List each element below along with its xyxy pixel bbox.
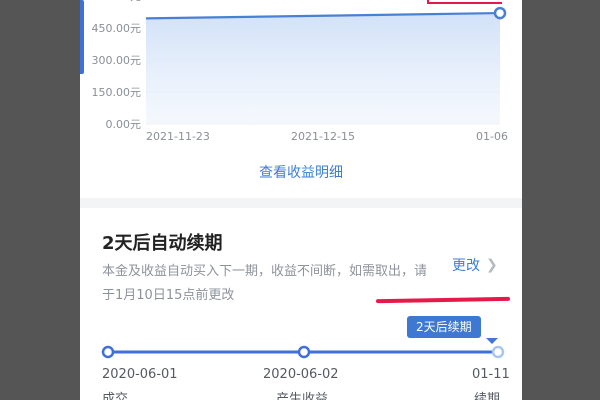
timeline-date-3: 01-11 (472, 367, 510, 382)
x-tick-label: 01-06 (476, 130, 508, 143)
timeline-date-2: 2020-06-02 (263, 367, 339, 382)
x-tick-label: 2021-11-23 (146, 130, 210, 143)
timeline-status-3: 续期 (474, 392, 501, 400)
earnings-chart: 0.00元 150.00元 300.00元 450.00元 600.00元 2021-1… (92, 0, 508, 143)
product-detail-panel: 0.00元 150.00元 300.00元 450.00元 600.00元 2021-1… (80, 0, 522, 400)
y-tick-label: 150.00元 (92, 86, 142, 99)
change-button[interactable]: 更改 ❯ (452, 255, 498, 275)
latest-point-marker (493, 6, 507, 20)
timeline-node-2 (297, 345, 311, 359)
timeline-status-2: 产生收益 (276, 392, 329, 400)
timeline-node-1 (101, 345, 115, 359)
y-tick-label: 600.00元 (92, 0, 142, 3)
earnings-card: 0.00元 150.00元 300.00元 450.00元 600.00元 2021-1… (80, 0, 522, 198)
timeline-node-3 (491, 345, 505, 359)
y-tick-label: 0.00元 (106, 118, 142, 131)
renew-badge: 2天后续期 (407, 316, 481, 338)
change-button-label: 更改 (452, 258, 480, 274)
red-box-annotation (427, 0, 502, 4)
renew-title: 2天后自动续期 (102, 233, 223, 254)
series-area (146, 13, 500, 125)
auto-renew-card: 2天后自动续期 本金及收益自动买入下一期，收益不间断，如需取出，请于1月10日1… (80, 208, 522, 400)
chevron-right-icon: ❯ (486, 257, 498, 273)
timeline-status-1: 成交 (102, 392, 129, 400)
y-tick-label: 300.00元 (92, 54, 142, 67)
view-income-detail-link[interactable]: 查看收益明细 (80, 162, 522, 182)
x-tick-label: 2021-12-15 (291, 130, 355, 143)
y-tick-label: 450.00元 (92, 22, 142, 35)
timeline-date-1: 2020-06-01 (102, 367, 178, 382)
